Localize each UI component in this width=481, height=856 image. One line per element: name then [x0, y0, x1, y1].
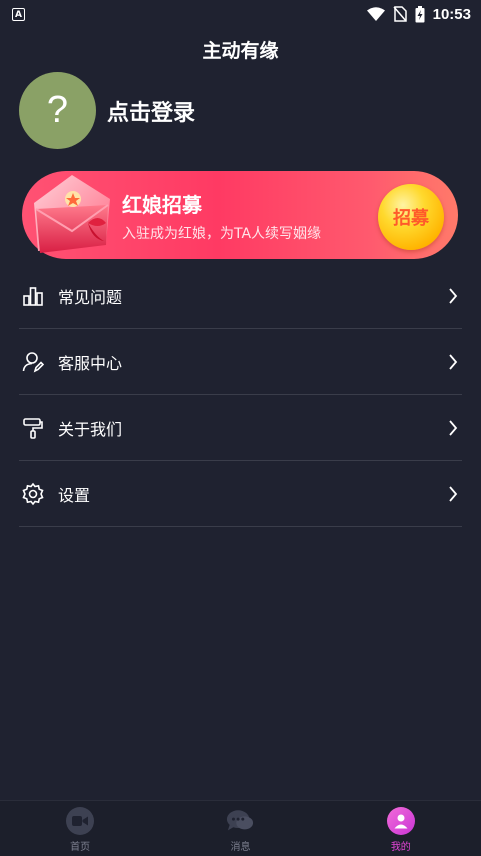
tab-mine[interactable]: 我的: [321, 801, 481, 856]
menu-item-label: 关于我们: [58, 419, 123, 439]
wifi-icon: [366, 7, 385, 21]
login-label[interactable]: 点击登录: [107, 95, 195, 127]
chat-bubbles-icon: [226, 807, 254, 835]
menu-item-settings[interactable]: 设置: [19, 461, 462, 527]
profile-login-area[interactable]: ? 点击登录: [19, 72, 195, 149]
video-camera-icon: [66, 807, 95, 835]
banner-title: 红娘招募: [122, 193, 202, 217]
menu-item-label: 设置: [58, 485, 91, 505]
bottom-tab-bar: 首页 消息 我的: [0, 800, 481, 856]
tab-label: 首页: [70, 842, 91, 853]
user-edit-icon: [21, 350, 45, 374]
page-title: 主动有缘: [202, 40, 279, 62]
red-envelope-gift-icon: [34, 175, 110, 253]
bar-chart-icon: [21, 284, 45, 308]
menu-item-label: 常见问题: [58, 287, 123, 307]
tab-label: 消息: [230, 842, 251, 853]
chevron-right-icon: [449, 353, 458, 370]
avatar[interactable]: ?: [19, 72, 96, 149]
matchmaker-recruit-banner[interactable]: 红娘招募 入驻成为红娘，为TA人续写姻缘 招募: [22, 171, 458, 259]
clock: 10:53: [432, 5, 471, 23]
menu-item-faq[interactable]: 常见问题: [19, 263, 462, 329]
settings-menu: 常见问题 客服中心 关于我们 设置: [19, 263, 462, 527]
menu-item-label: 客服中心: [58, 353, 123, 373]
tab-messages[interactable]: 消息: [160, 801, 320, 856]
menu-item-about-us[interactable]: 关于我们: [19, 395, 462, 461]
gear-icon: [21, 482, 45, 506]
tab-home[interactable]: 首页: [0, 801, 160, 856]
recruit-button[interactable]: 招募: [378, 184, 444, 250]
paint-roller-icon: [21, 416, 45, 440]
app-notification-icon: A: [12, 7, 25, 21]
status-bar: A 10:53: [0, 0, 481, 28]
no-sim-icon: [393, 6, 407, 22]
chevron-right-icon: [449, 287, 458, 304]
tab-label: 我的: [390, 842, 411, 853]
chevron-right-icon: [449, 485, 458, 502]
battery-charging-icon: [415, 5, 425, 22]
menu-item-customer-service[interactable]: 客服中心: [19, 329, 462, 395]
chevron-right-icon: [449, 419, 458, 436]
banner-subtitle: 入驻成为红娘，为TA人续写姻缘: [122, 226, 322, 242]
person-icon: [386, 807, 415, 835]
